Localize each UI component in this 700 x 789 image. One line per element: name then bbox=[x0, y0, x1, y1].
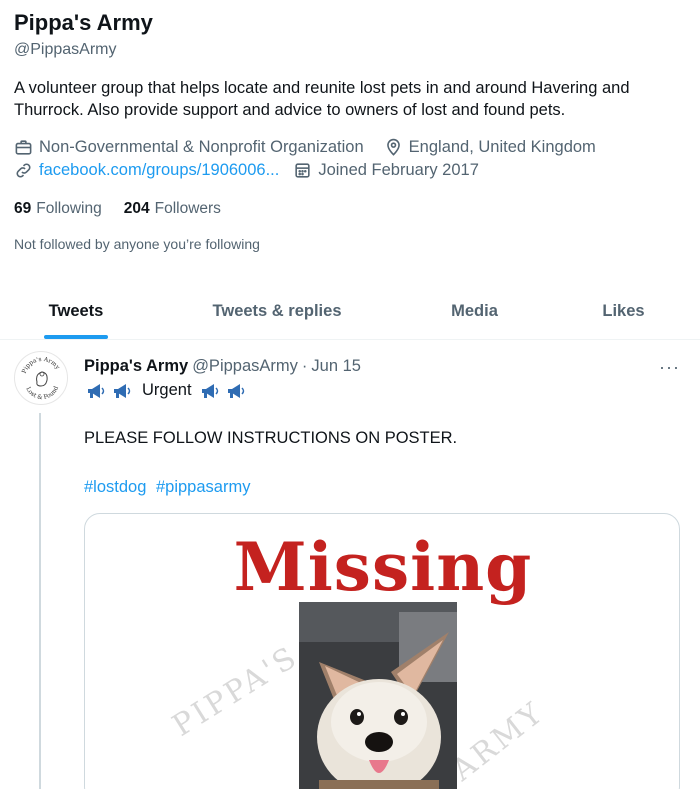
profile-category: Non-Governmental & Nonprofit Organizatio… bbox=[14, 138, 364, 157]
hashtag-link[interactable]: #lostdog bbox=[84, 478, 146, 496]
tweet[interactable]: Pippa's Army Lost & Found Pippa's Army @… bbox=[0, 341, 700, 789]
tab-tweets-and-replies[interactable]: Tweets & replies bbox=[152, 284, 402, 339]
urgent-label: Urgent bbox=[142, 381, 192, 399]
avatar-text-top: Pippa's Army bbox=[21, 356, 62, 375]
tweet-header: Pippa's Army @PippasArmy · Jun 15 bbox=[84, 357, 361, 376]
tweet-separator: · bbox=[301, 357, 308, 375]
profile-location: England, United Kingdom bbox=[384, 138, 596, 157]
tab-tweets[interactable]: Tweets bbox=[0, 284, 152, 339]
svg-text:Pippa's Army: Pippa's Army bbox=[21, 356, 62, 375]
profile-handle: @PippasArmy bbox=[14, 41, 117, 58]
follow-stats: 69 Following 204 Followers bbox=[14, 200, 243, 218]
tweet-author-name[interactable]: Pippa's Army bbox=[84, 357, 188, 376]
poster-title: Missing bbox=[233, 528, 533, 606]
avatar-text-bottom: Lost & Found bbox=[24, 385, 60, 401]
profile-website[interactable]: facebook.com/groups/1906006... bbox=[14, 161, 279, 180]
tab-likes[interactable]: Likes bbox=[547, 284, 700, 339]
following-label: Following bbox=[36, 200, 102, 217]
tweet-hashtags: #lostdog #pippasarmy bbox=[84, 478, 250, 497]
tweet-date[interactable]: Jun 15 bbox=[311, 357, 361, 376]
tweet-media-poster[interactable]: Missing PIPPA'S ARMY bbox=[84, 513, 680, 789]
followers-count: 204 bbox=[123, 200, 150, 217]
website-link[interactable]: facebook.com/groups/1906006... bbox=[39, 161, 279, 180]
location-label: England, United Kingdom bbox=[408, 138, 596, 156]
dog-photo-illustration bbox=[299, 602, 457, 789]
thread-line bbox=[39, 413, 41, 789]
joined-label: Joined February 2017 bbox=[318, 161, 479, 179]
tweet-urgent-line: Urgent bbox=[84, 381, 250, 400]
hashtag-link[interactable]: #pippasarmy bbox=[156, 478, 250, 496]
profile-tabs: Tweets Tweets & replies Media Likes bbox=[0, 284, 700, 340]
profile-meta-row-1: Non-Governmental & Nonprofit Organizatio… bbox=[14, 138, 616, 157]
poster-watermark-left: PIPPA'S bbox=[166, 639, 305, 744]
not-followed-note: Not followed by anyone you’re following bbox=[14, 236, 260, 252]
link-icon bbox=[16, 163, 31, 178]
profile-name: Pippa's Army bbox=[14, 10, 153, 35]
megaphone-icon bbox=[227, 383, 244, 398]
tweet-author-handle[interactable]: @PippasArmy bbox=[192, 357, 298, 376]
avatar-logo: Pippa's Army Lost & Found bbox=[21, 356, 62, 401]
poster-watermark-right: ARMY bbox=[445, 694, 552, 789]
profile-joined: Joined February 2017 bbox=[293, 161, 479, 180]
followers-label: Followers bbox=[154, 200, 221, 217]
megaphone-icon bbox=[114, 383, 131, 398]
dog-photo bbox=[299, 602, 457, 789]
more-options-icon[interactable]: ··· bbox=[659, 357, 680, 378]
profile-meta-row-2: facebook.com/groups/1906006... Joined Fe… bbox=[14, 161, 499, 180]
briefcase-icon bbox=[15, 140, 32, 155]
tab-media[interactable]: Media bbox=[402, 284, 547, 339]
following-link[interactable]: 69 Following bbox=[14, 200, 102, 218]
avatar[interactable]: Pippa's Army Lost & Found bbox=[14, 351, 68, 405]
location-pin-icon bbox=[386, 138, 400, 156]
svg-text:Lost & Found: Lost & Found bbox=[24, 385, 60, 401]
tweet-text: PLEASE FOLLOW INSTRUCTIONS ON POSTER. bbox=[84, 429, 458, 447]
followers-link[interactable]: 204 Followers bbox=[124, 200, 221, 218]
megaphone-icon bbox=[88, 383, 105, 398]
profile-bio: A volunteer group that helps locate and … bbox=[14, 79, 630, 119]
category-label: Non-Governmental & Nonprofit Organizatio… bbox=[39, 138, 364, 156]
following-count: 69 bbox=[14, 200, 32, 217]
calendar-icon bbox=[295, 163, 310, 178]
megaphone-icon bbox=[201, 383, 218, 398]
